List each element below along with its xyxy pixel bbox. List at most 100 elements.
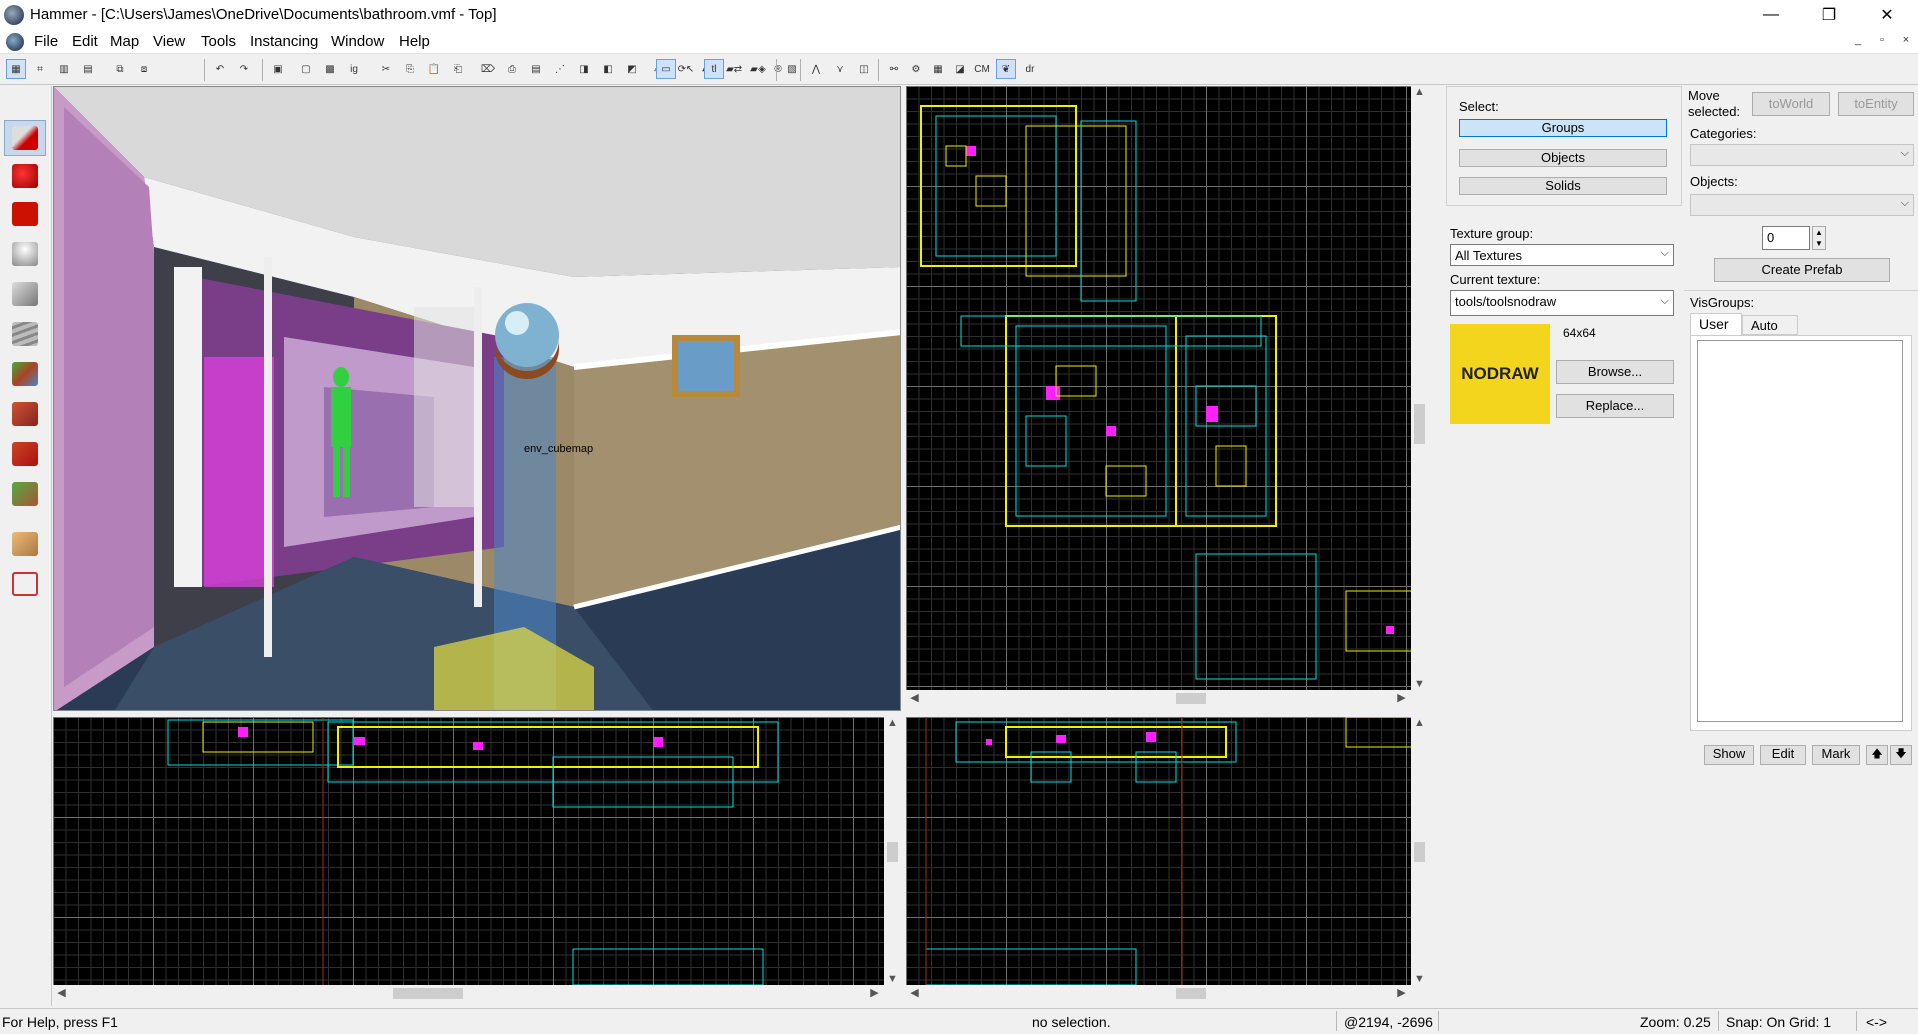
move-up-icon[interactable]: 🡅 [1866, 745, 1888, 765]
visgroups-list[interactable] [1697, 340, 1903, 722]
menu-map[interactable]: Map [110, 33, 139, 50]
close-button[interactable]: ✕ [1858, 0, 1916, 30]
show-connections-icon[interactable]: ◫ [854, 59, 874, 79]
visgroup-show-button[interactable]: Show [1704, 745, 1754, 765]
mdi-restore-button[interactable]: ▫ [1872, 34, 1892, 50]
menu-instancing[interactable]: Instancing [250, 33, 318, 50]
show-helpers-icon[interactable]: ⚯ [884, 59, 904, 79]
scroll-right-icon[interactable]: ▶ [866, 986, 883, 999]
grid-3d-view-icon[interactable]: ▦ [928, 59, 948, 79]
scrollbar-thumb[interactable] [887, 842, 898, 862]
scrollbar-thumb[interactable] [1414, 842, 1425, 862]
scrollbar-thumb[interactable] [1176, 693, 1206, 704]
front-view-hscroll[interactable]: ◀ ▶ [53, 985, 901, 1002]
scroll-left-icon[interactable]: ◀ [906, 691, 923, 704]
texture-lock-icon[interactable]: ▩ [320, 59, 340, 79]
grid-view-side[interactable]: ▲ ▼ [906, 717, 1428, 985]
menu-view[interactable]: View [153, 33, 185, 50]
count-spinner[interactable]: ▲ ▼ [1812, 226, 1826, 250]
side-view-hscroll[interactable]: ◀ ▶ [906, 985, 1428, 1002]
scroll-left-icon[interactable]: ◀ [53, 986, 70, 999]
menu-edit[interactable]: Edit [72, 33, 98, 50]
grid-view-front[interactable]: ▲ ▼ [53, 717, 901, 985]
vertex-icon[interactable]: ◈ [752, 59, 772, 79]
ignore-groups-icon[interactable]: ig [344, 59, 364, 79]
block-tool[interactable] [4, 276, 46, 312]
group-icon[interactable]: ⧉ [110, 59, 130, 79]
texture-preview[interactable]: NODRAW [1450, 324, 1550, 424]
tie-entity-icon[interactable]: ◩ [622, 59, 642, 79]
grid-smaller-icon[interactable]: ▥ [54, 59, 74, 79]
grid-larger-icon[interactable]: ▤ [78, 59, 98, 79]
scroll-up-icon[interactable]: ▲ [1411, 86, 1428, 98]
clipping-tool[interactable] [4, 476, 46, 512]
grid-view-top[interactable]: ▲ ▼ [906, 86, 1428, 690]
scrollbar-thumb[interactable] [1414, 404, 1425, 444]
tab-auto[interactable]: Auto [1742, 315, 1798, 335]
menu-tools[interactable]: Tools [201, 33, 236, 50]
hide-icon[interactable]: ◨ [574, 59, 594, 79]
scroll-down-icon[interactable]: ▼ [1411, 678, 1428, 690]
paste-special-icon[interactable]: ⎗ [448, 59, 468, 79]
create-prefab-button[interactable]: Create Prefab [1714, 258, 1890, 282]
scroll-up-icon[interactable]: ▲ [1411, 717, 1428, 729]
cursor-icon[interactable]: ↖ [680, 59, 700, 79]
cubemap-button[interactable]: CM [970, 59, 994, 79]
minimize-button[interactable]: — [1742, 0, 1800, 30]
displacement-icon[interactable]: ⋰ [550, 59, 570, 79]
document-icon[interactable] [6, 33, 24, 51]
show-bsp-icon[interactable]: ⚙ [906, 59, 926, 79]
delete-icon[interactable]: ⌦ [478, 59, 498, 79]
visgroup-edit-button[interactable]: Edit [1760, 745, 1806, 765]
clipboard-icon[interactable]: ⎙ [502, 59, 522, 79]
undo-icon[interactable]: ↶ [210, 59, 230, 79]
select-groups-button[interactable]: Groups [1459, 119, 1667, 137]
camera-3d-view[interactable]: env_cubemap [53, 86, 901, 711]
to-entity-button[interactable]: toEntity [1838, 92, 1914, 116]
selection-tool[interactable] [4, 120, 46, 156]
side-view-vscroll[interactable]: ▲ ▼ [1411, 717, 1428, 985]
unhide-icon[interactable]: ◧ [598, 59, 618, 79]
entity-tool[interactable] [4, 236, 46, 272]
scroll-left-icon[interactable]: ◀ [906, 986, 923, 999]
front-view-vscroll[interactable]: ▲ ▼ [884, 717, 901, 985]
show-detail-icon[interactable]: ◪ [950, 59, 970, 79]
path-tool[interactable] [4, 566, 46, 602]
decal-tool[interactable] [4, 396, 46, 432]
objects-select[interactable]: ⌵ [1690, 194, 1914, 216]
paste-icon[interactable]: 📋 [424, 59, 444, 79]
scroll-up-icon[interactable]: ▲ [884, 717, 901, 729]
texture-application-tool[interactable] [4, 316, 46, 352]
categories-select[interactable]: ⌵ [1690, 144, 1914, 166]
leaf-icon[interactable]: ❦ [996, 59, 1016, 79]
menu-window[interactable]: Window [331, 33, 384, 50]
scroll-down-icon[interactable]: ▼ [1411, 973, 1428, 985]
hollow-icon[interactable]: ▢ [296, 59, 316, 79]
browse-button[interactable]: Browse... [1556, 360, 1674, 384]
texture-group-select[interactable]: All Textures ⌵ [1450, 244, 1674, 266]
graph-icon[interactable]: ⋀ [806, 59, 826, 79]
replace-button[interactable]: Replace... [1556, 394, 1674, 418]
scrollbar-thumb[interactable] [393, 988, 463, 999]
paste-clip-icon[interactable]: ▤ [526, 59, 546, 79]
vertex-manipulation-tool[interactable] [4, 526, 46, 562]
apply-texture-tool[interactable] [4, 356, 46, 392]
flip-icon[interactable]: ⇄ [728, 59, 748, 79]
draw-toggle-icon[interactable]: dr [1020, 59, 1040, 79]
menu-help[interactable]: Help [399, 33, 430, 50]
mdi-close-button[interactable]: × [1896, 34, 1916, 50]
cut-icon[interactable]: ✂ [376, 59, 396, 79]
mdi-minimize-button[interactable]: _ [1848, 34, 1868, 50]
prefab-count-input[interactable]: 0 [1762, 226, 1810, 250]
tab-user[interactable]: User [1690, 313, 1742, 335]
current-texture-select[interactable]: tools/toolsnodraw ⌵ [1450, 290, 1674, 316]
scroll-right-icon[interactable]: ▶ [1393, 691, 1410, 704]
redo-icon[interactable]: ↷ [234, 59, 254, 79]
grid-toggle-icon[interactable]: ▦ [6, 59, 26, 79]
select-solids-button[interactable]: Solids [1459, 177, 1667, 195]
top-view-vscroll[interactable]: ▲ ▼ [1411, 86, 1428, 690]
top-view-hscroll[interactable]: ◀ ▶ [906, 690, 1428, 707]
select-objects-button[interactable]: Objects [1459, 149, 1667, 167]
show-nodes-icon[interactable]: ⋎ [830, 59, 850, 79]
scrollbar-thumb[interactable] [1176, 988, 1206, 999]
